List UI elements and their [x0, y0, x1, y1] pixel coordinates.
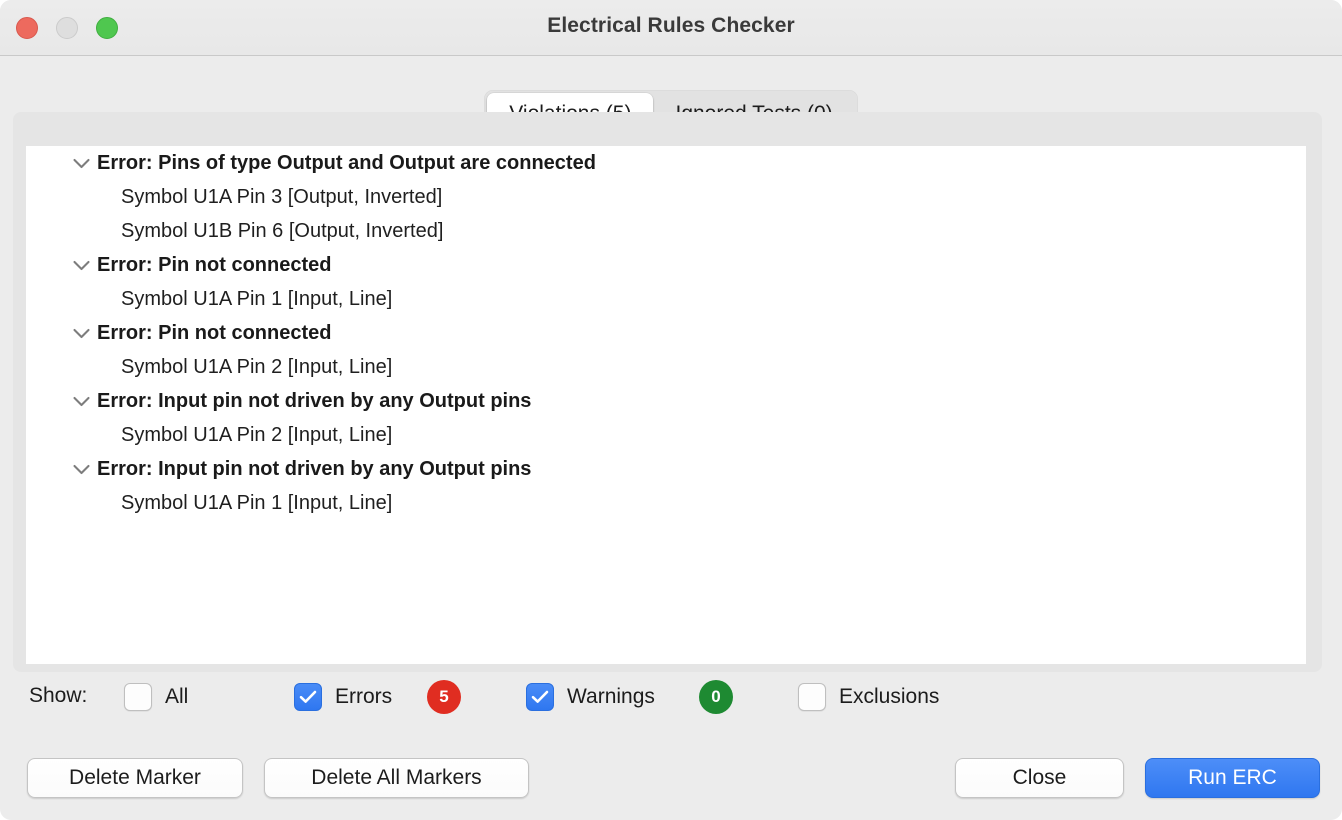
violation-item-row[interactable]: Symbol U1A Pin 2 [Input, Line] [26, 418, 1306, 452]
show-label: Show: [29, 684, 88, 707]
violation-item-text: Symbol U1A Pin 1 [Input, Line] [121, 287, 393, 310]
violation-title: Error: Input pin not driven by any Outpu… [97, 389, 532, 412]
errors-count-badge: 5 [427, 680, 461, 714]
filter-errors-label: Errors [335, 685, 393, 708]
checkbox-warnings[interactable] [526, 683, 554, 711]
violation-item-row[interactable]: Symbol U1B Pin 6 [Output, Inverted] [26, 214, 1306, 248]
violation-header-row[interactable]: Error: Input pin not driven by any Outpu… [26, 384, 1306, 418]
chevron-down-icon[interactable] [73, 464, 97, 475]
checkbox-errors[interactable] [294, 683, 322, 711]
violation-header-row[interactable]: Error: Input pin not driven by any Outpu… [26, 452, 1306, 486]
violation-item-text: Symbol U1A Pin 2 [Input, Line] [121, 423, 393, 446]
chevron-down-icon[interactable] [73, 328, 97, 339]
violation-title: Error: Input pin not driven by any Outpu… [97, 457, 532, 480]
window-title: Electrical Rules Checker [547, 14, 795, 37]
chevron-down-icon[interactable] [73, 158, 97, 169]
violation-title: Error: Pin not connected [97, 321, 332, 344]
violation-item-text: Symbol U1A Pin 2 [Input, Line] [121, 355, 393, 378]
checkbox-exclusions[interactable] [798, 683, 826, 711]
filter-exclusions[interactable]: Exclusions [798, 678, 939, 716]
chevron-down-icon[interactable] [73, 260, 97, 271]
violation-item-row[interactable]: Symbol U1A Pin 1 [Input, Line] [26, 486, 1306, 520]
violation-item-row[interactable]: Symbol U1A Pin 2 [Input, Line] [26, 350, 1306, 384]
filter-exclusions-label: Exclusions [839, 685, 940, 708]
chevron-down-icon[interactable] [73, 396, 97, 407]
violation-header-row[interactable]: Error: Pin not connected [26, 248, 1306, 282]
violation-item-text: Symbol U1B Pin 6 [Output, Inverted] [121, 219, 444, 242]
filter-all-label: All [165, 685, 189, 708]
violation-item-row[interactable]: Symbol U1A Pin 3 [Output, Inverted] [26, 180, 1306, 214]
filter-warnings[interactable]: Warnings [526, 678, 655, 716]
violation-header-row[interactable]: Error: Pin not connected [26, 316, 1306, 350]
erc-dialog-window: Electrical Rules Checker Violations (5) … [0, 0, 1342, 820]
filter-errors[interactable]: Errors [294, 678, 392, 716]
run-erc-button[interactable]: Run ERC [1145, 758, 1320, 798]
violation-item-text: Symbol U1A Pin 1 [Input, Line] [121, 491, 393, 514]
warnings-count-badge: 0 [699, 680, 733, 714]
violation-title: Error: Pin not connected [97, 253, 332, 276]
title-bar: Electrical Rules Checker [0, 0, 1342, 56]
delete-marker-button[interactable]: Delete Marker [27, 758, 243, 798]
filter-all[interactable]: All [124, 678, 188, 716]
checkbox-all[interactable] [124, 683, 152, 711]
violations-list[interactable]: Error: Pins of type Output and Output ar… [26, 146, 1306, 664]
violation-item-text: Symbol U1A Pin 3 [Output, Inverted] [121, 185, 443, 208]
violation-title: Error: Pins of type Output and Output ar… [97, 151, 596, 174]
filter-warnings-label: Warnings [567, 685, 655, 708]
close-button[interactable]: Close [955, 758, 1124, 798]
violation-header-row[interactable]: Error: Pins of type Output and Output ar… [26, 146, 1306, 180]
delete-all-markers-button[interactable]: Delete All Markers [264, 758, 529, 798]
violation-item-row[interactable]: Symbol U1A Pin 1 [Input, Line] [26, 282, 1306, 316]
filter-bar: Show: All Errors 5 Warnings 0 Exclusions… [0, 678, 1342, 716]
